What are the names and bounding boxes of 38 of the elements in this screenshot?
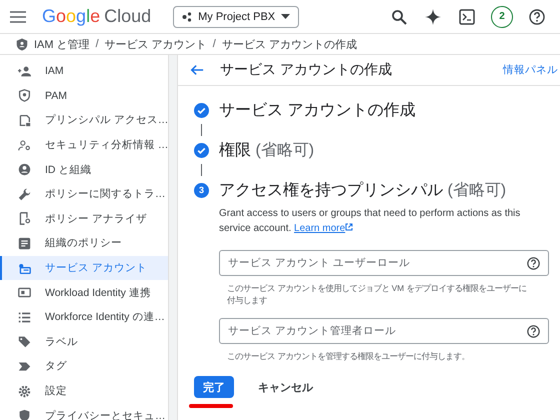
sidebar-item[interactable]: 組織のポリシー [0,231,168,256]
breadcrumb-item[interactable]: IAM と管理 [34,36,90,52]
sidebar-item[interactable]: ポリシーに関するトラ… [0,182,168,207]
breadcrumb-separator: / [96,38,99,50]
field-hint: このサービス アカウントを管理する権限をユーザーに付与します。 [227,350,470,362]
role-input-field[interactable]: サービス アカウント管理者ロール [219,318,549,344]
sidebar-item[interactable]: 設定 [0,378,168,404]
sidebar-item[interactable]: プリンシパル アクセス… [0,108,168,133]
notification-badge[interactable]: 2 [491,6,513,28]
step-title: サービス アカウントの作成 [219,100,416,120]
step-title: アクセス権を持つプリンシパル (省略可) [219,180,506,200]
sidebar-item[interactable]: タグ [0,354,168,379]
sidebar-item[interactable]: IAM [0,59,168,84]
role-input-field[interactable]: サービス アカウント ユーザーロール [219,250,549,276]
step-title: 権限 (省略可) [219,140,314,160]
sidebar-item[interactable]: Workload Identity 連携 [0,280,168,305]
cancel-button[interactable]: キャンセル [258,380,313,395]
breadcrumb-item[interactable]: サービス アカウント [104,36,207,52]
sidebar-item[interactable]: ID と組織 [0,157,168,182]
sidebar-item[interactable]: ラベル [0,330,168,354]
sidebar-item[interactable]: ポリシー アナライザ [0,206,168,232]
breadcrumb-item: サービス アカウントの作成 [222,38,357,52]
description-text: Grant access to users or groups that need to perform actions as this service account. Learn more [219,207,522,236]
done-button[interactable]: 完了 [194,376,234,398]
learn-more-link[interactable]: Learn more [294,223,354,234]
info-panel-link[interactable]: 情報パネル [503,63,558,77]
page-title: サービス アカウントの作成 [220,61,392,79]
field-hint: このサービス アカウントを使用してジョブと VM をデプロイする権限をユーザーに付与します [227,282,527,306]
sidebar-item[interactable]: PAM [0,84,168,108]
project-selector[interactable]: My Project PBX [173,6,300,28]
sidebar-item[interactable]: セキュリティ分析情報 … [0,132,168,158]
sidebar-item[interactable]: プライバシーとセキュ… [0,403,168,420]
logo-text[interactable]: Cloud [104,6,152,27]
step-number: 3 [194,182,209,198]
breadcrumb-separator: / [212,38,216,50]
logo-text[interactable]: Google [42,6,100,27]
sidebar-item[interactable]: Workforce Identity の連… [0,304,168,330]
sidebar-item[interactable]: サービス アカウント [0,256,168,280]
